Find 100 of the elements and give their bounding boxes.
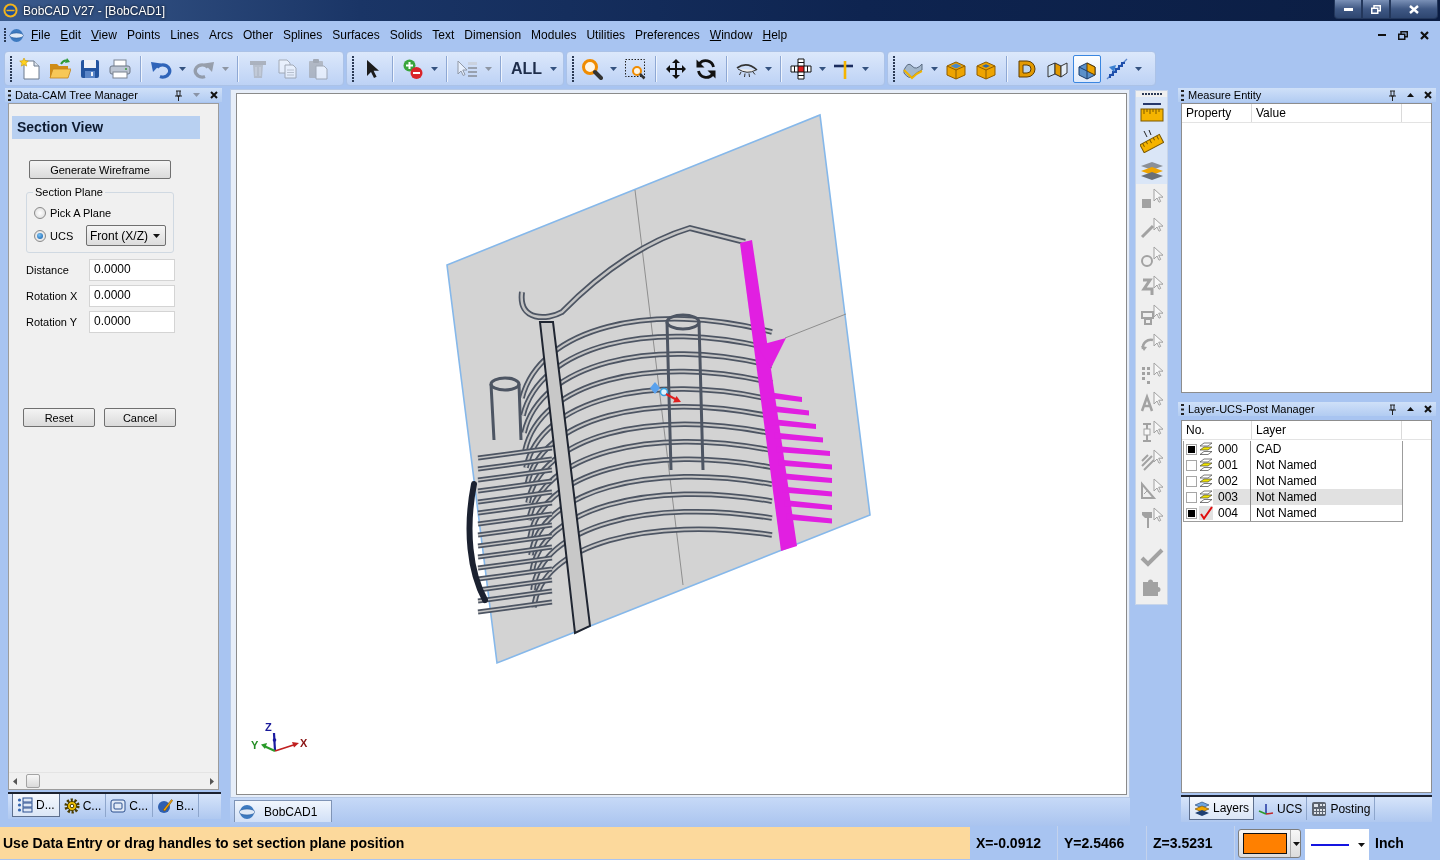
reset-button[interactable]: Reset	[23, 408, 95, 427]
input-field[interactable]: 0.0000	[89, 311, 175, 333]
table-cell: 003	[1213, 489, 1251, 505]
scroll-right-icon[interactable]	[210, 777, 214, 785]
close-button[interactable]	[1423, 403, 1433, 415]
table-cell-text: Not Named	[1255, 457, 1317, 473]
table-row[interactable]: 000 CAD	[1213, 441, 1402, 457]
panel-title: Data-CAM Tree Manager	[15, 89, 138, 101]
panel-tab[interactable]: B...	[153, 794, 200, 817]
line-cursor-icon	[1139, 215, 1164, 240]
layers-icon	[1194, 800, 1210, 816]
checkbox[interactable]	[1186, 443, 1197, 455]
panel-tab[interactable]: UCS	[1254, 797, 1308, 820]
panel-tab[interactable]: C...	[106, 794, 153, 817]
menu-item[interactable]: Surfaces	[327, 26, 385, 44]
generate-wireframe-button[interactable]: Generate Wireframe	[29, 160, 171, 179]
panel-tab[interactable]: C...	[59, 794, 107, 817]
caret-icon	[1358, 842, 1365, 847]
grip-icon	[572, 55, 575, 82]
menu-item[interactable]: Arcs	[203, 26, 238, 44]
menu-item[interactable]: Lines	[165, 26, 204, 44]
app-logo-icon	[9, 27, 24, 43]
pin-button[interactable]	[1387, 89, 1397, 101]
dropdown[interactable]: Front (X/Z)	[86, 225, 166, 246]
caret-icon	[862, 66, 870, 71]
close-button[interactable]	[1390, 0, 1438, 19]
axis-label: X	[300, 737, 308, 749]
close-icon	[1424, 91, 1432, 99]
checkbox[interactable]	[1186, 491, 1197, 503]
caret-icon	[765, 66, 773, 71]
column-header: Value	[1252, 104, 1402, 122]
toolbar-button[interactable]	[1073, 54, 1102, 83]
panel-tab[interactable]: D...	[12, 794, 60, 817]
checkbox[interactable]	[1186, 459, 1197, 471]
color-picker[interactable]	[1238, 829, 1301, 858]
line-style-dropdown[interactable]	[1305, 829, 1369, 860]
menu-item[interactable]: Text	[427, 26, 460, 44]
menu-item[interactable]: Window	[704, 26, 758, 44]
table-cell-text: Not Named	[1255, 489, 1317, 505]
table-row[interactable]: 001 Not Named	[1213, 457, 1402, 473]
grip-icon	[1181, 89, 1184, 101]
menu-item[interactable]: File	[26, 26, 56, 44]
scrollbar-thumb[interactable]	[26, 774, 40, 788]
caret-icon	[550, 66, 558, 71]
menu-item[interactable]: Splines	[277, 26, 328, 44]
rotate-icon	[695, 57, 718, 80]
close-icon	[210, 91, 218, 99]
close-button[interactable]	[1423, 89, 1433, 101]
input-field[interactable]: 0.0000	[89, 285, 175, 307]
radio-button[interactable]	[34, 229, 46, 242]
caret-icon	[153, 233, 160, 238]
close-button[interactable]	[209, 89, 219, 101]
caret-icon	[819, 66, 827, 71]
radio-label: UCS	[50, 229, 74, 242]
coordinate-readout: Y=2.5466	[1058, 826, 1147, 860]
input-field[interactable]: 0.0000	[89, 259, 175, 281]
pin-icon	[1387, 403, 1397, 415]
table-row[interactable]: 003 Not Named	[1213, 489, 1402, 505]
minimize-button[interactable]	[1334, 0, 1362, 19]
checkbox[interactable]	[1186, 507, 1197, 519]
menu-item[interactable]: Utilities	[581, 26, 631, 44]
minimize-icon	[1343, 7, 1353, 11]
menu-item[interactable]: Solids	[384, 26, 428, 44]
scroll-left-icon[interactable]	[13, 777, 17, 785]
radio-label: Pick A Plane	[50, 207, 112, 219]
pin-button[interactable]	[1387, 403, 1397, 415]
restore-button[interactable]	[1362, 0, 1390, 19]
field-label: Rotation Y	[26, 316, 79, 328]
zigzag-cursor-icon	[1139, 273, 1164, 298]
menu-item[interactable]: View	[86, 26, 122, 44]
restore-icon	[1398, 30, 1408, 40]
tool-button[interactable]	[1136, 155, 1167, 184]
menu-item[interactable]: Dimension	[459, 26, 527, 44]
square-cursor-icon	[1139, 186, 1164, 211]
menu-item[interactable]: Edit	[55, 26, 87, 44]
checkbox[interactable]	[1186, 475, 1197, 487]
table-row[interactable]: 004 Not Named	[1213, 505, 1402, 521]
caret-up-icon	[1406, 407, 1414, 411]
extrude-shape-icon	[1016, 57, 1039, 80]
menu-item[interactable]: Other	[237, 26, 278, 44]
triangle-cursor-icon	[1139, 476, 1164, 501]
document-tab[interactable]: BobCAD1	[234, 800, 333, 822]
toolbar-button[interactable]: ALL	[507, 54, 547, 83]
close-icon	[1409, 4, 1419, 14]
panel-tab[interactable]: Layers	[1189, 797, 1255, 820]
caret-icon	[1135, 66, 1143, 71]
caret-icon	[610, 66, 618, 71]
menu-item[interactable]: Points	[121, 26, 166, 44]
menu-item[interactable]: Help	[757, 26, 793, 44]
sign-cursor-icon	[1139, 505, 1164, 530]
cancel-button[interactable]: Cancel	[104, 408, 176, 427]
axis-label: Z	[265, 721, 272, 733]
panel-title: Layer-UCS-Post Manager	[1188, 403, 1315, 415]
menu-item[interactable]: Preferences	[630, 26, 705, 44]
pin-button[interactable]	[173, 89, 183, 101]
paste-icon	[307, 57, 329, 80]
menu-item[interactable]: Modules	[526, 26, 582, 44]
tool-button[interactable]	[1136, 97, 1167, 126]
panel-tab[interactable]: Posting	[1307, 797, 1376, 820]
radio-button[interactable]	[34, 207, 46, 219]
